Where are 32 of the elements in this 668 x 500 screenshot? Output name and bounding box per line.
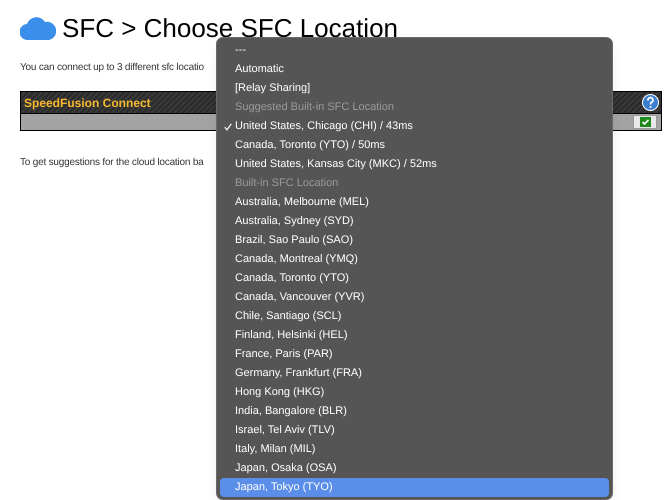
menu-item[interactable]: Canada, Toronto (YTO) <box>220 269 609 288</box>
menu-item[interactable]: Italy, Milan (MIL) <box>220 440 609 459</box>
menu-item[interactable]: Australia, Sydney (SYD) <box>220 212 609 231</box>
cloud-icon <box>20 16 56 40</box>
table-title: SpeedFusion Connect <box>24 94 151 112</box>
menu-item[interactable]: India, Bangalore (BLR) <box>220 402 609 421</box>
menu-item[interactable]: United States, Chicago (CHI) / 43ms <box>220 117 609 136</box>
menu-item[interactable]: Australia, Melbourne (MEL) <box>220 193 609 212</box>
hint-text: To get suggestions for the cloud location ba <box>20 156 204 170</box>
menu-item[interactable]: Canada, Toronto (YTO) / 50ms <box>220 136 609 155</box>
menu-item[interactable]: France, Paris (PAR) <box>220 345 609 364</box>
save-button[interactable] <box>633 115 657 129</box>
intro-text: You can connect up to 3 different sfc locatio <box>20 61 204 75</box>
menu-item[interactable]: Chile, Santiago (SCL) <box>220 307 609 326</box>
menu-item[interactable]: Japan, Osaka (OSA) <box>220 459 609 478</box>
menu-item[interactable]: Canada, Vancouver (YVR) <box>220 288 609 307</box>
menu-item[interactable]: Hong Kong (HKG) <box>220 383 609 402</box>
menu-item[interactable]: Germany, Frankfurt (FRA) <box>220 364 609 383</box>
menu-item[interactable]: [Relay Sharing] <box>220 79 609 98</box>
menu-item[interactable]: United States, Kansas City (MKC) / 52ms <box>220 155 609 174</box>
menu-item[interactable]: Israel, Tel Aviv (TLV) <box>220 421 609 440</box>
menu-item[interactable]: Automatic <box>220 60 609 79</box>
menu-item[interactable]: --- <box>220 41 609 60</box>
page-title: SFC > Choose SFC Location <box>62 15 398 41</box>
check-icon <box>640 117 650 127</box>
menu-group-label: Suggested Built-in SFC Location <box>234 100 395 116</box>
menu-group-label: Built-in SFC Location <box>234 176 340 192</box>
menu-item[interactable]: Brazil, Sao Paulo (SAO) <box>220 231 609 250</box>
help-icon[interactable] <box>642 94 659 111</box>
menu-item[interactable]: Finland, Helsinki (HEL) <box>220 326 609 345</box>
checkmark-icon <box>224 122 232 130</box>
menu-item[interactable]: Canada, Montreal (YMQ) <box>220 250 609 269</box>
